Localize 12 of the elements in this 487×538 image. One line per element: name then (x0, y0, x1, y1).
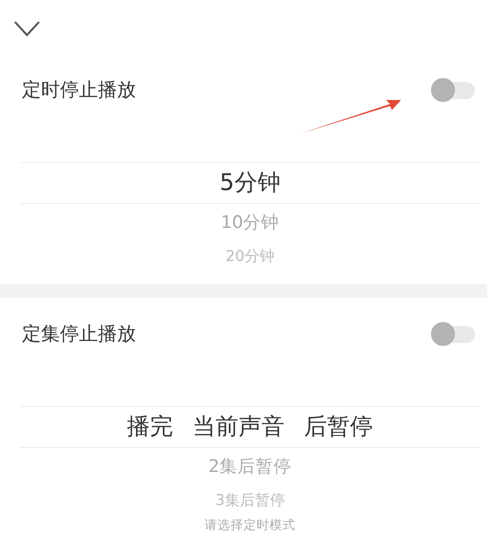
picker-option[interactable]: 3集后暂停 (215, 486, 285, 514)
setting-label: 定时停止播放 (22, 78, 136, 103)
picker-option[interactable]: 2集后暂停 (208, 448, 292, 486)
picker-option[interactable]: 请选择定时模式 (204, 514, 296, 536)
picker-option[interactable]: 播完 当前声音 后暂停 (20, 406, 480, 448)
setting-label: 定集停止播放 (22, 322, 136, 347)
collapse-chevron-icon[interactable] (14, 21, 40, 37)
picker-option[interactable]: 10分钟 (220, 204, 280, 242)
picker-option[interactable]: 5分钟 (20, 162, 480, 204)
toggle-switch[interactable] (431, 322, 475, 346)
picker-option[interactable]: 20分钟 (225, 242, 275, 270)
toggle-switch[interactable] (431, 78, 475, 102)
